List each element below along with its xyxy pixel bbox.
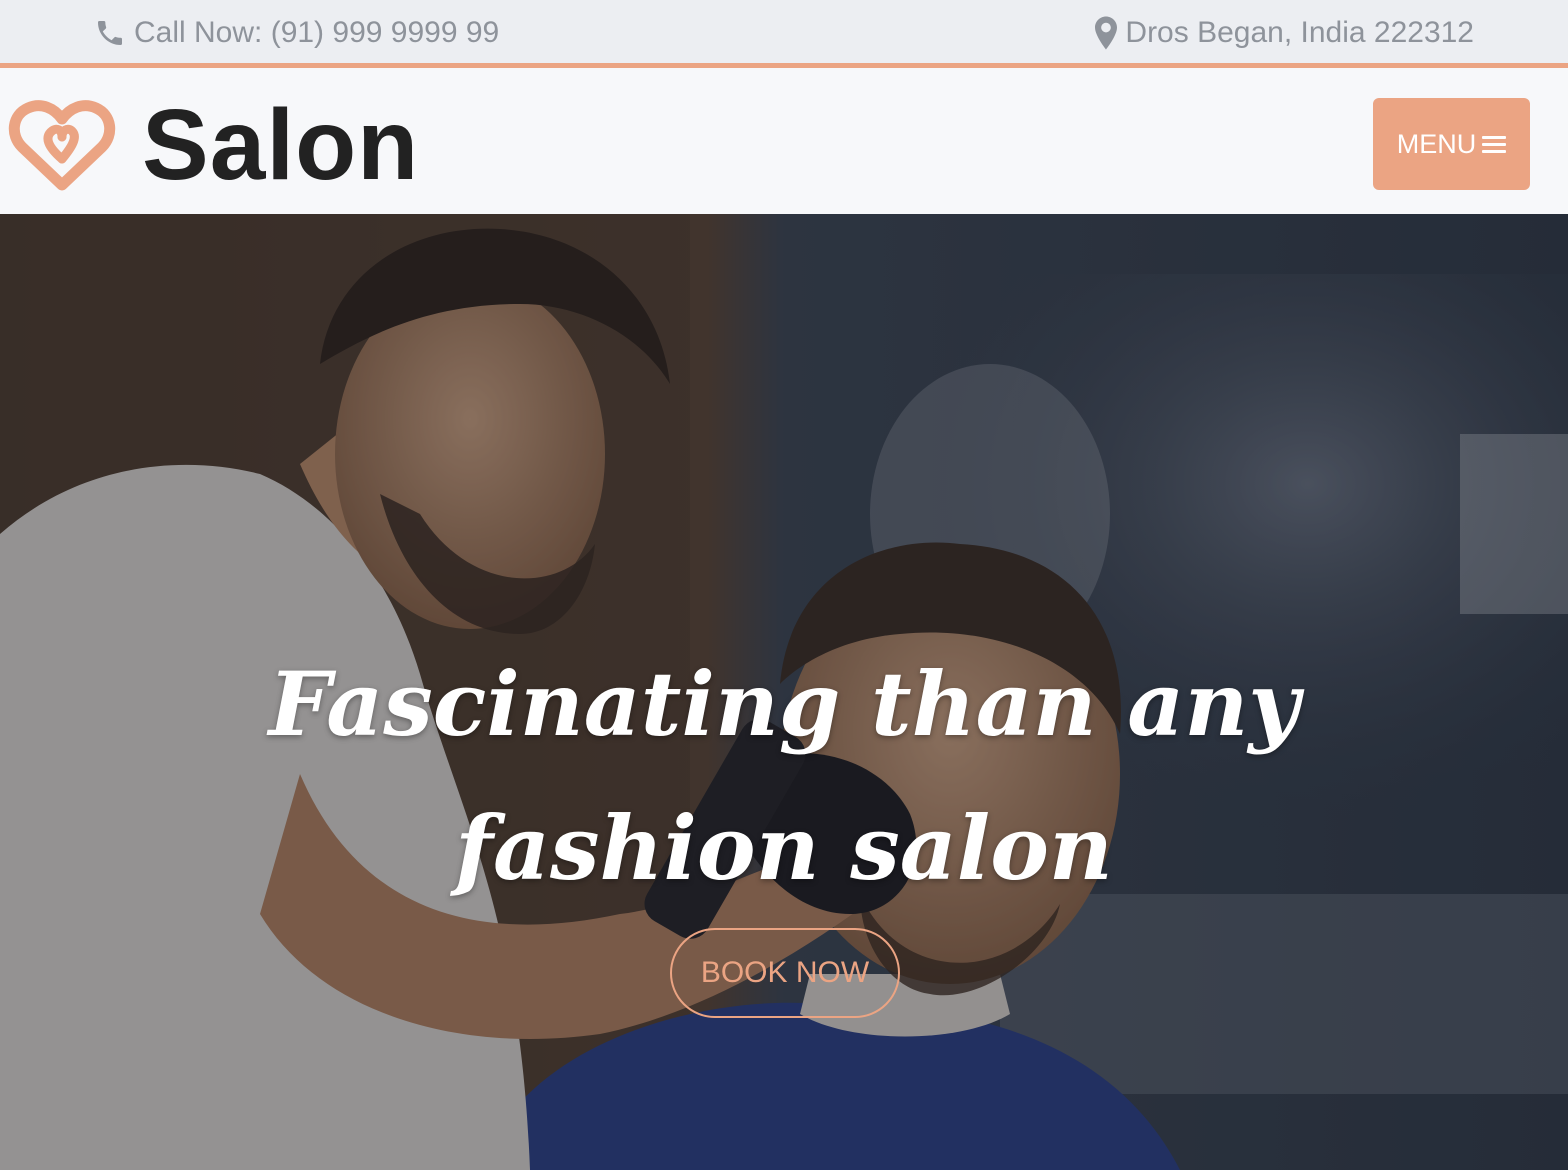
hero-headline-line-2: fashion salon	[455, 796, 1113, 900]
brand-logo[interactable]: Salon	[8, 95, 419, 195]
brand-name: Salon	[142, 89, 420, 201]
phone-icon	[94, 17, 126, 49]
hamburger-icon	[1482, 132, 1507, 157]
hero-headline-line-1: Fascinating than any	[268, 652, 1300, 756]
site-header: Salon MENU	[0, 73, 1568, 214]
heart-logo-icon	[8, 100, 116, 191]
call-now-link[interactable]: Call Now: (91) 999 9999 99	[94, 12, 499, 54]
hero-banner: Fascinating than any fashion salon BOOK …	[0, 214, 1568, 1170]
menu-button[interactable]: MENU	[1373, 98, 1530, 190]
address-info: Dros Began, India 222312	[1095, 12, 1474, 54]
top-info-bar: Call Now: (91) 999 9999 99 Dros Began, I…	[0, 0, 1568, 68]
phone-text: Call Now: (91) 999 9999 99	[134, 16, 500, 49]
book-now-button[interactable]: BOOK NOW	[670, 928, 900, 1018]
hero-headline: Fascinating than any fashion salon	[0, 632, 1568, 920]
map-marker-icon	[1095, 16, 1118, 50]
address-text: Dros Began, India 222312	[1125, 16, 1474, 49]
menu-label: MENU	[1396, 128, 1477, 159]
